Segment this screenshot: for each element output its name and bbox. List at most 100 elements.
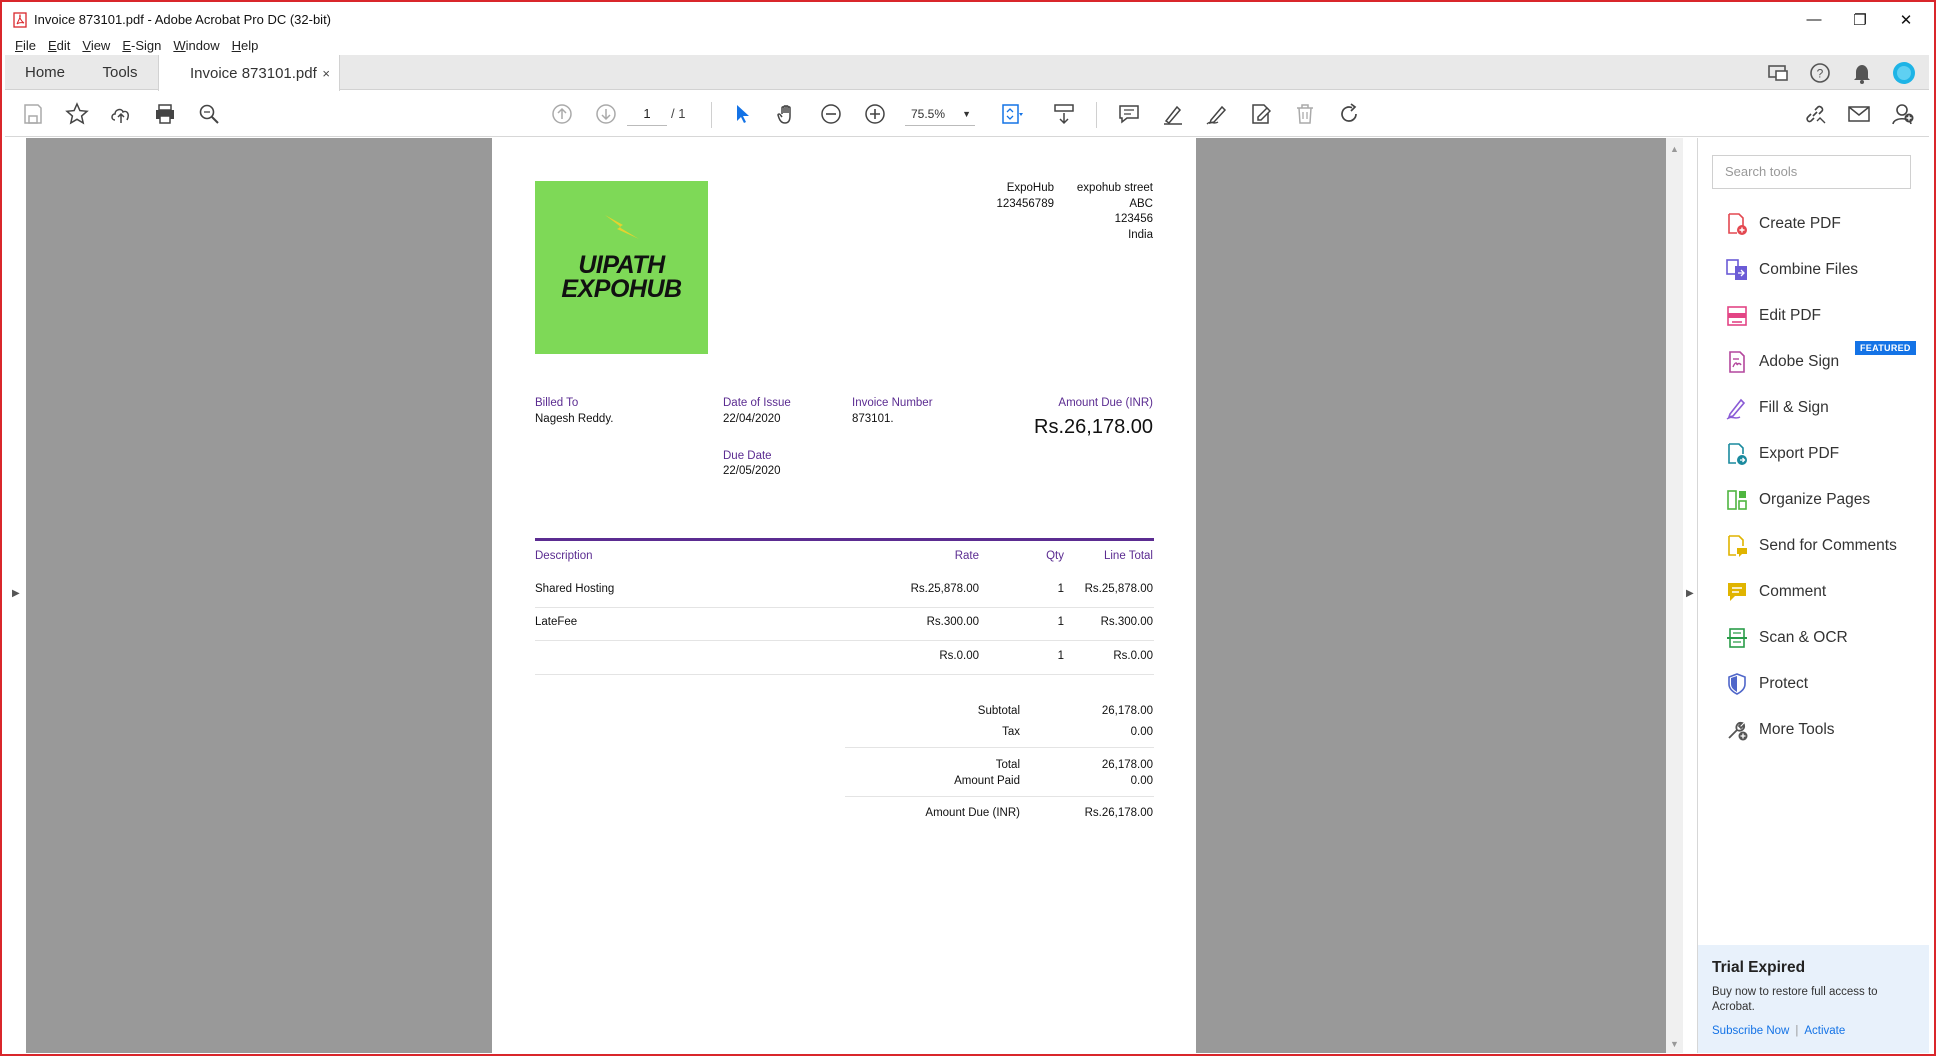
logo-line-1: UIPATH <box>578 251 665 279</box>
combine-files-icon <box>1724 257 1750 283</box>
rotate-icon[interactable] <box>1335 100 1363 128</box>
menu-bar: File Edit View E-Sign Window Help <box>5 35 1929 55</box>
previous-page-icon[interactable] <box>548 100 576 128</box>
scroll-down-icon[interactable]: ▼ <box>1670 1039 1679 1049</box>
billed-to-value: Nagesh Reddy. <box>535 413 614 425</box>
address-city: ABC <box>1129 197 1153 210</box>
zoom-search-icon[interactable] <box>195 100 223 128</box>
save-icon[interactable] <box>19 100 47 128</box>
tools-pane: Search tools Create PDF Combine Files Ed… <box>1697 138 1929 1053</box>
row-3-rate: Rs.0.00 <box>939 650 979 662</box>
hand-tool-icon[interactable] <box>773 100 801 128</box>
trial-message: Buy now to restore full access to Acroba… <box>1712 986 1878 1013</box>
share-screen-icon[interactable] <box>1765 60 1791 86</box>
tool-edit-pdf[interactable]: Edit PDF <box>1724 301 1924 331</box>
tool-create-pdf[interactable]: Create PDF <box>1724 209 1924 239</box>
col-description-header: Description <box>535 550 593 562</box>
right-panel-toggle[interactable]: ▶ <box>1683 138 1697 1053</box>
search-tools-input[interactable]: Search tools <box>1712 155 1911 189</box>
logo-line-2: EXPOHUB <box>561 275 682 303</box>
delete-trash-icon[interactable] <box>1291 100 1319 128</box>
menu-edit[interactable]: Edit <box>48 38 70 53</box>
tool-combine-files[interactable]: Combine Files <box>1724 255 1924 285</box>
date-of-issue-value: 22/04/2020 <box>723 413 781 425</box>
chevron-down-icon: ▼ <box>962 109 971 119</box>
activate-link[interactable]: Activate <box>1804 1025 1845 1037</box>
highlight-pen-icon[interactable] <box>1159 100 1187 128</box>
col-rate-header: Rate <box>954 550 979 562</box>
tool-label: Fill & Sign <box>1759 399 1829 416</box>
close-tab-icon[interactable]: × <box>322 66 330 81</box>
company-address: expohub street ABC 123456 India <box>1077 181 1153 243</box>
tab-document[interactable]: Invoice 873101.pdf × <box>158 55 340 91</box>
edit-document-icon[interactable] <box>1247 100 1275 128</box>
zoom-out-icon[interactable] <box>817 100 845 128</box>
company-logo: UIPATH EXPOHUB <box>535 181 708 354</box>
link-share-icon[interactable] <box>1801 100 1829 128</box>
upload-cloud-icon[interactable] <box>107 100 135 128</box>
tool-export-pdf[interactable]: Export PDF <box>1724 439 1924 469</box>
row-1-qty: 1 <box>1057 583 1064 595</box>
email-envelope-icon[interactable] <box>1845 100 1873 128</box>
scroll-mode-icon[interactable] <box>1050 100 1078 128</box>
document-viewer[interactable]: ▶ UIPATH EXPOHUB ExpoHub 123456789 expoh… <box>5 138 1697 1053</box>
tool-scan-ocr[interactable]: Scan & OCR <box>1724 623 1924 653</box>
tool-fill-sign[interactable]: Fill & Sign <box>1724 393 1924 423</box>
due-date-label: Due Date <box>723 450 772 462</box>
restore-button[interactable]: ❐ <box>1837 4 1883 35</box>
tool-more-tools[interactable]: More Tools <box>1724 715 1924 745</box>
left-panel-expand-icon[interactable]: ▶ <box>12 588 20 599</box>
minimize-button[interactable]: — <box>1791 4 1837 35</box>
tool-organize-pages[interactable]: Organize Pages <box>1724 485 1924 515</box>
fill-sign-icon <box>1724 395 1750 421</box>
tool-comment[interactable]: Comment <box>1724 577 1924 607</box>
tab-bar: Home Tools Invoice 873101.pdf × ? <box>5 55 1929 91</box>
select-cursor-icon[interactable] <box>729 100 757 128</box>
tool-protect[interactable]: Protect <box>1724 669 1924 699</box>
amount-paid-value: 0.00 <box>1130 775 1153 787</box>
menu-esign[interactable]: E-Sign <box>122 38 161 53</box>
bookmark-star-icon[interactable] <box>63 100 91 128</box>
zoom-level-select[interactable]: 75.5% ▼ <box>905 102 975 126</box>
acrobat-window: Invoice 873101.pdf - Adobe Acrobat Pro D… <box>5 4 1929 1053</box>
user-avatar-icon[interactable] <box>1891 60 1917 86</box>
collapse-panel-icon[interactable]: ▶ <box>1686 588 1694 599</box>
table-top-rule <box>535 538 1154 541</box>
row-2-description: LateFee <box>535 616 578 628</box>
vertical-scrollbar[interactable]: ▲ ▼ <box>1666 138 1683 1053</box>
tool-label: Combine Files <box>1759 261 1859 278</box>
row-1-description: Shared Hosting <box>535 583 615 595</box>
tool-label: Export PDF <box>1759 445 1840 462</box>
row-1-line-total: Rs.25,878.00 <box>1084 583 1153 595</box>
help-icon[interactable]: ? <box>1807 60 1833 86</box>
close-window-button[interactable]: ✕ <box>1883 4 1929 35</box>
menu-file[interactable]: File <box>15 38 36 53</box>
print-icon[interactable] <box>151 100 179 128</box>
subtotal-label: Subtotal <box>977 705 1020 717</box>
sign-pen-icon[interactable] <box>1203 100 1231 128</box>
total-value: 26,178.00 <box>1101 759 1153 771</box>
row-3-qty: 1 <box>1057 650 1064 662</box>
menu-help[interactable]: Help <box>232 38 259 53</box>
menu-window[interactable]: Window <box>173 38 219 53</box>
subscribe-now-link[interactable]: Subscribe Now <box>1712 1025 1789 1037</box>
scroll-up-icon[interactable]: ▲ <box>1670 144 1679 154</box>
fit-page-icon[interactable] <box>998 100 1026 128</box>
scan-ocr-icon <box>1724 625 1750 651</box>
comment-tool-icon[interactable] <box>1115 100 1143 128</box>
notifications-bell-icon[interactable] <box>1849 60 1875 86</box>
next-page-icon[interactable] <box>592 100 620 128</box>
row-2-line-total: Rs.300.00 <box>1100 616 1153 628</box>
tab-tools[interactable]: Tools <box>85 55 155 90</box>
title-bar: Invoice 873101.pdf - Adobe Acrobat Pro D… <box>5 4 1929 35</box>
tool-send-for-comments[interactable]: Send for Comments <box>1724 531 1924 561</box>
page-number-input[interactable]: 1 <box>627 102 667 126</box>
tool-label: Send for Comments <box>1759 537 1897 554</box>
page-total: / 1 <box>671 106 686 121</box>
add-user-icon[interactable] <box>1889 100 1917 128</box>
menu-view[interactable]: View <box>82 38 110 53</box>
tab-home[interactable]: Home <box>5 55 85 90</box>
more-tools-icon <box>1724 717 1750 743</box>
export-pdf-icon <box>1724 441 1750 467</box>
zoom-in-icon[interactable] <box>861 100 889 128</box>
